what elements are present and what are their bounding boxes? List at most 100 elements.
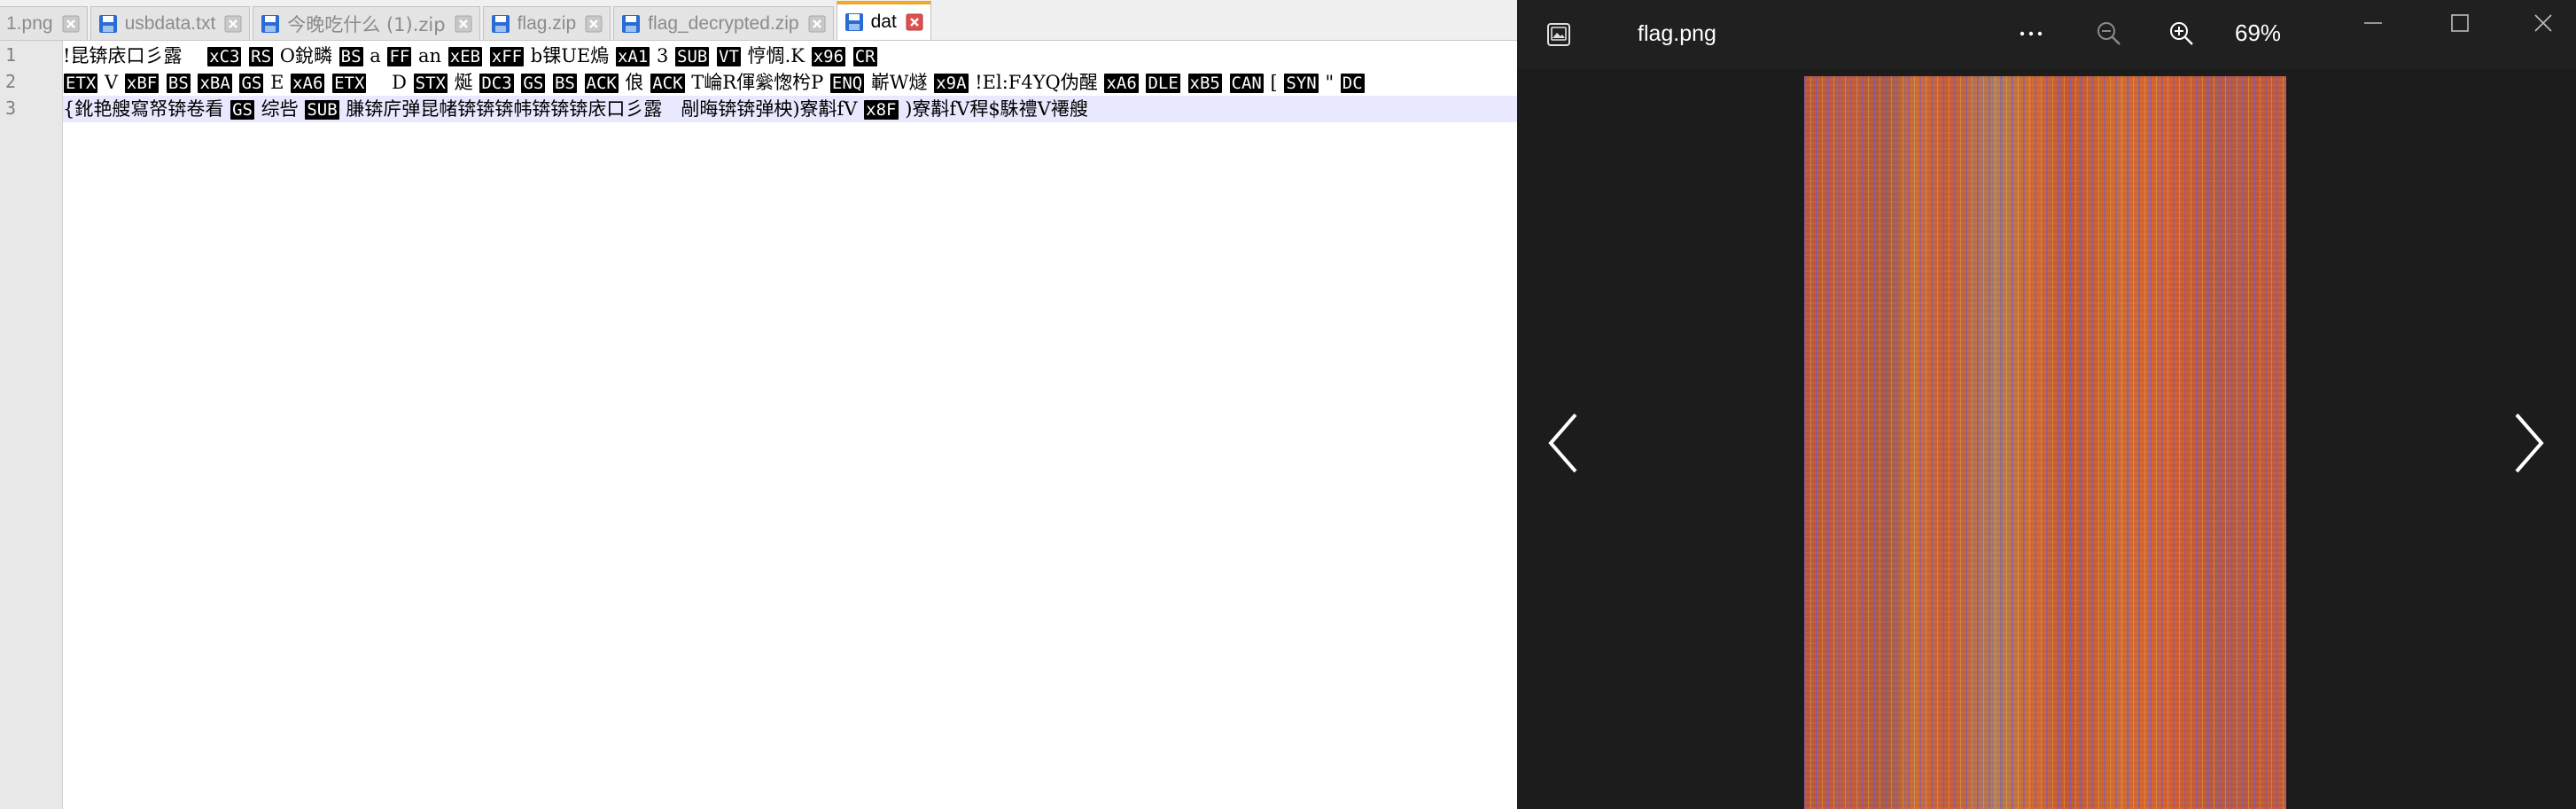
text-line-3: {鈋艳艘寫帑锛卷看 GS 综呰 SUB 膁锛庍弹昆帾锛锛锛帏锛锛锛庡口彡露 剮晦…: [63, 96, 1517, 122]
floppy-disk-icon: [261, 14, 280, 33]
tab-label: usbdata.txt: [124, 12, 216, 34]
text-run: 烻: [454, 72, 473, 93]
zoom-in-icon[interactable]: [2166, 18, 2198, 50]
text-run: 3: [656, 45, 669, 66]
control-char: xA6: [291, 74, 325, 93]
tab-close-icon[interactable]: [224, 15, 242, 33]
text-editor-window: 1.png usbdata.txt 今晚吃什么 (1).zip flag.zip…: [0, 0, 1517, 809]
control-char: SUB: [305, 100, 339, 120]
text-run: V: [105, 72, 119, 93]
control-char: ACK: [650, 74, 685, 93]
tab-close-icon[interactable]: [585, 15, 603, 33]
tab-label: 1.png: [6, 12, 53, 34]
control-char: BS: [339, 47, 363, 66]
photo-app-icon[interactable]: [1545, 21, 1572, 48]
tab-label: 今晚吃什么 (1).zip: [287, 13, 446, 35]
tab-dat[interactable]: dat: [836, 1, 931, 40]
line-number: 1: [4, 44, 16, 66]
photo-viewer-window: flag.png 69%: [1517, 0, 2576, 809]
control-char: xB5: [1187, 74, 1222, 93]
floppy-disk-icon: [491, 14, 510, 33]
control-char: RS: [249, 47, 274, 66]
text-run: T崘R㑮繠愡枍P: [691, 72, 824, 93]
control-char: GS: [239, 74, 264, 93]
text-run: 膁锛庍弹昆帾锛锛锛帏锛锛锛庡口彡露 剮晦锛锛弹柍)寮斠fV: [346, 98, 858, 120]
control-char: SUB: [675, 47, 710, 66]
control-char: xBF: [124, 74, 160, 93]
tab-label: flag_decrypted.zip: [648, 12, 799, 34]
control-char: x8F: [864, 100, 899, 120]
tab-label: dat: [870, 12, 897, 32]
control-char: BS: [166, 74, 191, 93]
text-run: D: [373, 72, 407, 93]
viewer-title-bar: flag.png 69%: [1517, 0, 2576, 69]
text-run: E: [270, 72, 284, 93]
control-char: ETX: [64, 74, 98, 93]
tab-flag-decrypted-zip[interactable]: flag_decrypted.zip: [613, 6, 834, 40]
text-run: )寮斠fV稈$駯禮V褼艘: [905, 98, 1088, 120]
control-char: xA6: [1104, 74, 1139, 93]
control-char: xC3: [207, 47, 242, 66]
text-run: 嶄W燧: [870, 72, 928, 93]
text-run: a: [370, 45, 381, 66]
control-char: SYN: [1284, 74, 1319, 93]
line-number: 3: [4, 97, 16, 119]
tab-close-icon[interactable]: [906, 13, 923, 31]
control-char: ENQ: [829, 74, 865, 93]
text-run: [: [1270, 72, 1278, 93]
displayed-image[interactable]: [1804, 76, 2286, 809]
text-run: 悙惆.K: [747, 45, 805, 66]
zoom-out-icon[interactable]: [2093, 18, 2125, 50]
chevron-left-icon[interactable]: [1542, 408, 1586, 478]
text-run: !昆锛庡口彡露: [63, 45, 201, 66]
maximize-icon[interactable]: [2444, 7, 2476, 39]
control-char: GS: [521, 74, 546, 93]
control-char: CR: [852, 47, 877, 66]
line-number-gutter: 1 2 3: [0, 41, 63, 809]
text-run: ": [1325, 72, 1335, 93]
control-char: xEB: [447, 47, 483, 66]
tab-close-icon[interactable]: [62, 15, 80, 33]
more-icon[interactable]: [2015, 18, 2047, 50]
control-char: VT: [717, 47, 741, 66]
text-line-2: ETX V xBF BS xBA GS E xA6 ETX D STX 烻 DC…: [63, 69, 1366, 96]
control-char: CAN: [1229, 74, 1264, 93]
chevron-right-icon[interactable]: [2506, 408, 2550, 478]
control-char: GS: [230, 100, 254, 120]
control-char: xBA: [198, 74, 232, 93]
tab-usbdata-txt[interactable]: usbdata.txt: [89, 6, 251, 40]
control-char: FF: [387, 47, 412, 66]
text-run: b锞UE熓: [530, 45, 610, 66]
text-line-1: !昆锛庡口彡露 xC3 RS O銳疄 BS a FF an xEB xFF b锞…: [63, 43, 878, 69]
text-run: an: [418, 45, 442, 66]
viewer-filename: flag.png: [1638, 21, 1716, 46]
floppy-disk-icon: [98, 14, 117, 33]
tab-flag-zip[interactable]: flag.zip: [482, 6, 611, 40]
tab-label: flag.zip: [517, 12, 577, 34]
text-run: O銳疄: [279, 45, 332, 66]
zoom-level[interactable]: 69%: [2235, 19, 2281, 47]
text-run: !El:F4YQ伪醒: [975, 72, 1098, 93]
floppy-disk-icon: [844, 13, 863, 31]
control-char: STX: [413, 74, 447, 93]
tab-chinese-zip[interactable]: 今晚吃什么 (1).zip: [253, 6, 480, 40]
control-char: xFF: [489, 47, 525, 66]
tab-bar: 1.png usbdata.txt 今晚吃什么 (1).zip flag.zip…: [0, 0, 1517, 41]
control-char: DC: [1340, 74, 1365, 93]
control-char: ETX: [332, 74, 367, 93]
tab-1-png[interactable]: 1.png: [0, 6, 88, 40]
tab-close-icon[interactable]: [808, 15, 826, 33]
control-char: x96: [811, 47, 846, 66]
control-char: BS: [552, 74, 577, 93]
screen: 1.png usbdata.txt 今晚吃什么 (1).zip flag.zip…: [0, 0, 2576, 809]
floppy-disk-icon: [622, 14, 641, 33]
text-area[interactable]: !昆锛庡口彡露 xC3 RS O銳疄 BS a FF an xEB xFF b锞…: [63, 41, 1517, 809]
control-char: x9A: [934, 74, 969, 93]
text-run: {鈋艳艘寫帑锛卷看: [63, 98, 224, 120]
text-run: 综呰: [261, 98, 299, 120]
control-char: DC3: [479, 74, 514, 93]
control-char: ACK: [584, 74, 619, 93]
tab-close-icon[interactable]: [455, 15, 472, 33]
minimize-icon[interactable]: [2357, 7, 2389, 39]
close-icon[interactable]: [2527, 7, 2559, 39]
